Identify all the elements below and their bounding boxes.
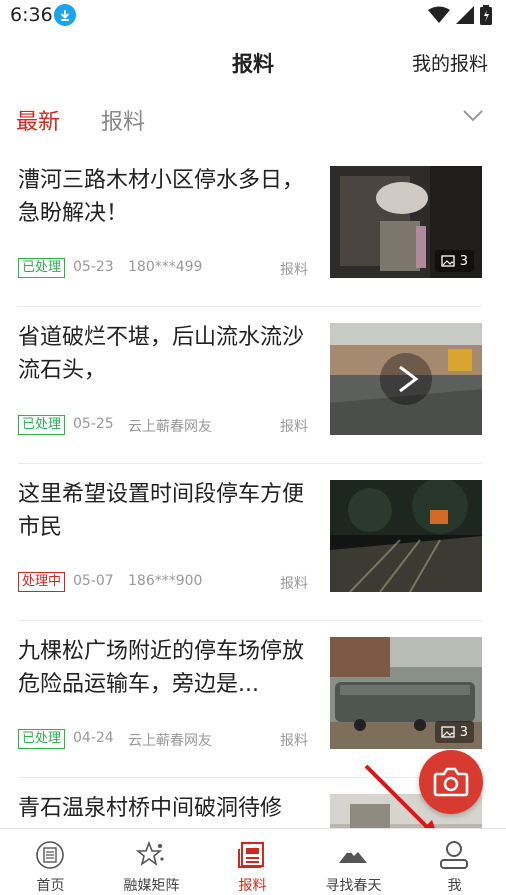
item-date: 05-23 <box>73 259 114 275</box>
image-icon <box>441 255 455 267</box>
nav-item-spring[interactable]: 寻找春天 <box>303 829 404 895</box>
item-user: 云上蕲春网友 <box>128 733 212 749</box>
item-category: 报料 <box>280 262 308 278</box>
thumbnail-image[interactable]: 3 <box>330 166 482 278</box>
tab-latest[interactable]: 最新 <box>16 104 60 136</box>
status-time: 6:36 <box>10 4 53 26</box>
item-title: 这里希望设置时间段停车方便市民 <box>18 482 305 540</box>
image-count: 3 <box>434 250 474 272</box>
item-title: 省道破烂不堪，后山流水流沙流石头， <box>18 325 305 383</box>
nav-label: 寻找春天 <box>325 878 382 894</box>
item-title: 九棵松广场附近的停车场停放危险品运输车，旁边是... <box>18 639 305 697</box>
thumbnail-image[interactable]: 3 <box>330 637 482 749</box>
my-reports-link[interactable]: 我的报料 <box>412 49 488 76</box>
signal-icon <box>456 6 474 24</box>
bottom-nav: 首页 融媒矩阵 报料 寻找春天 我 <box>0 828 506 895</box>
nav-label: 首页 <box>36 878 65 894</box>
nav-item-home[interactable]: 首页 <box>0 829 101 895</box>
item-meta: 处理中 05-07 186***900 报料 <box>18 571 310 593</box>
list-item[interactable]: 九棵松广场附近的停车场停放危险品运输车，旁边是... 已处理 04-24 云上蕲… <box>0 621 506 778</box>
item-date: 05-07 <box>73 573 114 589</box>
status-icons <box>428 5 492 25</box>
status-bar: 6:36 <box>0 0 506 32</box>
nav-item-report[interactable]: 报料 <box>202 829 303 895</box>
video-thumbnail[interactable] <box>330 323 482 435</box>
tab-report[interactable]: 报料 <box>101 104 145 136</box>
nav-label: 融媒矩阵 <box>123 878 180 894</box>
status-badge: 处理中 <box>18 572 66 592</box>
image-icon <box>441 726 455 738</box>
chevron-down-icon[interactable] <box>462 108 484 127</box>
item-user: 180***499 <box>128 259 203 275</box>
battery-icon <box>480 5 492 25</box>
item-title: 漕河三路木材小区停水多日，急盼解决！ <box>18 168 305 226</box>
status-badge: 已处理 <box>18 415 66 435</box>
nav-label: 报料 <box>238 878 267 894</box>
item-date: 05-25 <box>73 416 114 432</box>
nav-label: 我 <box>447 878 462 894</box>
user-icon <box>440 841 468 869</box>
list-item[interactable]: 漕河三路木材小区停水多日，急盼解决！ 已处理 05-23 180***499 报… <box>0 150 506 307</box>
item-meta: 已处理 04-24 云上蕲春网友 报料 <box>18 728 310 750</box>
item-date: 04-24 <box>73 730 114 746</box>
status-badge: 已处理 <box>18 258 66 278</box>
item-user: 186***900 <box>128 573 203 589</box>
list-item[interactable]: 省道破烂不堪，后山流水流沙流石头， 已处理 05-25 云上蕲春网友 报料 <box>0 307 506 464</box>
item-user: 云上蕲春网友 <box>128 419 212 435</box>
report-icon <box>238 842 264 868</box>
nav-item-me[interactable]: 我 <box>404 829 505 895</box>
thumbnail-image[interactable] <box>330 480 482 592</box>
nav-item-matrix[interactable]: 融媒矩阵 <box>101 829 202 895</box>
list-item[interactable]: 这里希望设置时间段停车方便市民 处理中 05-07 186***900 报料 <box>0 464 506 621</box>
item-category: 报料 <box>280 733 308 749</box>
item-category: 报料 <box>280 576 308 592</box>
home-icon <box>36 841 64 869</box>
image-count: 3 <box>434 721 474 743</box>
mountain-icon <box>339 850 367 863</box>
play-icon[interactable] <box>380 353 432 405</box>
item-meta: 已处理 05-25 云上蕲春网友 报料 <box>18 414 310 436</box>
status-badge: 已处理 <box>18 729 66 749</box>
item-category: 报料 <box>280 419 308 435</box>
tab-bar: 最新 报料 <box>0 100 506 140</box>
download-icon <box>54 4 76 26</box>
item-meta: 已处理 05-23 180***499 报料 <box>18 257 310 279</box>
header: 报料 我的报料 <box>0 40 506 84</box>
wifi-icon <box>428 6 450 23</box>
matrix-icon <box>135 840 164 866</box>
